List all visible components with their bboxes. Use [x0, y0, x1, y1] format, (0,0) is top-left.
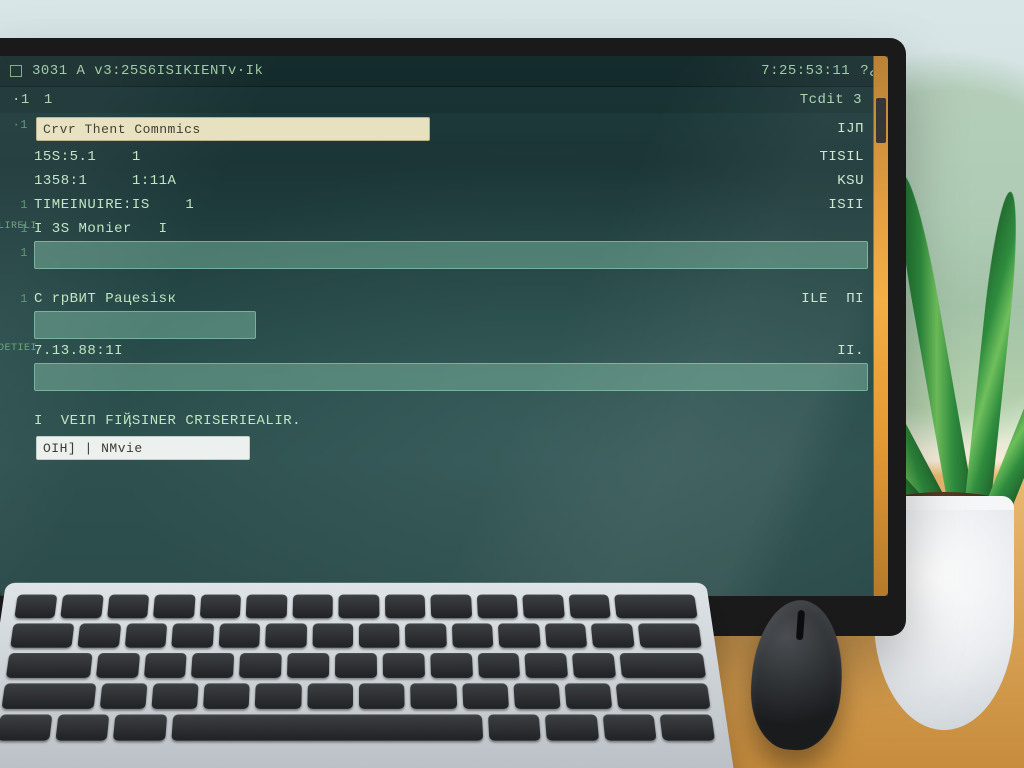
highlighted-row[interactable]: 1: [0, 241, 888, 269]
line-text: I 3S Monier I: [34, 221, 168, 237]
highlighted-row[interactable]: [0, 363, 888, 391]
right-value: KSU: [837, 173, 864, 189]
terminal-line: 1358:1 1:11A KSU: [0, 169, 888, 193]
terminal-line: 1 TIMEINUIRE:IS 1 ISII: [0, 193, 888, 217]
right-value: ILE: [801, 291, 828, 307]
command-input[interactable]: Crvr Thent Comnmics: [36, 117, 430, 141]
clock-text: 7:25:53:11: [761, 63, 850, 79]
terminal-line: I VEIП FIҊSINER CRISERIEALIR.: [0, 409, 888, 433]
input-text: Crvr Thent Comnmics: [43, 122, 201, 137]
row-tag: LIRELI: [0, 221, 37, 232]
line-text: I VEIП FIҊSINER CRISERIEALIR.: [34, 413, 301, 429]
line-text: TIMEINUIRE:IS 1: [34, 197, 194, 213]
line-text: 1358:1 1:11A: [34, 173, 176, 189]
terminal-line: 1 C rpBИТ Paцеsisк ILE ΠI: [0, 287, 888, 311]
terminal-screen[interactable]: 3031 A v3:25S6ISIKIENTv·Ik 7:25:53:11 ?¿…: [0, 56, 888, 596]
line-text: 7.13.88:1I: [34, 343, 123, 359]
terminal-line[interactable]: OIH] | NMvie: [0, 433, 888, 463]
line-number: ·1: [2, 113, 32, 145]
keyboard: [0, 583, 735, 768]
monitor: 3031 A v3:25S6ISIKIENTv·Ik 7:25:53:11 ?¿…: [0, 38, 906, 636]
menubar[interactable]: ·1 1 Tcdit 3: [0, 87, 888, 113]
scrollbar-thumb[interactable]: [876, 98, 886, 143]
window-titlebar[interactable]: 3031 A v3:25S6ISIKIENTv·Ik 7:25:53:11 ?¿: [0, 56, 888, 87]
input-text: OIH] | NMvie: [43, 441, 143, 456]
right-value: IJП: [837, 121, 864, 137]
right-value: ISII: [828, 197, 864, 213]
tab-label[interactable]: Tcdit 3: [800, 92, 862, 108]
terminal-line: 1 LIRELI I 3S Monier I: [0, 217, 888, 241]
right-value: ΠI: [846, 291, 864, 307]
line-text: 15S:5.1 1: [34, 149, 141, 165]
secondary-input[interactable]: OIH] | NMvie: [36, 436, 250, 460]
menu-item[interactable]: 1: [44, 92, 53, 108]
progress-row: [0, 311, 888, 339]
line-text: C rpBИТ Paцеsisк: [34, 291, 176, 307]
window-control-icon[interactable]: [10, 65, 22, 77]
terminal-line: 15S:5.1 1 TISIL: [0, 145, 888, 169]
desk-scene: 3031 A v3:25S6ISIKIENTv·Ik 7:25:53:11 ?¿…: [0, 0, 1024, 768]
scrollbar[interactable]: [873, 56, 888, 596]
menu-item[interactable]: ·1: [12, 92, 30, 108]
terminal-line: OETIEI 7.13.88:1I II.: [0, 339, 888, 363]
right-value: II.: [837, 343, 864, 359]
window-title: 3031 A v3:25S6ISIKIENTv·Ik: [32, 63, 263, 79]
right-value: TISIL: [819, 149, 864, 165]
terminal-line: ·1 Crvr Thent Comnmics IJП: [0, 113, 888, 145]
